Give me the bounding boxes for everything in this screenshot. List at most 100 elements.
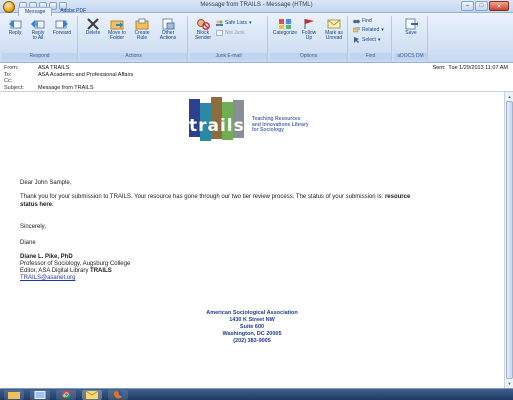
group-junk-email: Block Sender Safe Lists ▾ Not Junk Junk … (190, 16, 268, 61)
safe-lists-icon (216, 20, 223, 26)
select-button[interactable]: Select ▾ (353, 37, 380, 43)
submission-status: resource (384, 194, 411, 200)
block-sender-icon (197, 19, 210, 30)
ribbon: Message Adobe PDF Reply Reply to All For… (0, 7, 513, 63)
flag-icon (304, 19, 314, 29)
header-subject-row: Subject: Message from TRAILS (4, 85, 94, 91)
move-to-folder-button[interactable]: Move to Folder (106, 18, 128, 41)
create-rule-button[interactable]: Create Rule (131, 18, 153, 41)
group-actions: Delete Move to Folder Create Rule Other … (80, 16, 188, 61)
select-cursor-icon (354, 37, 359, 43)
trails-logo: trails Teaching Resources and Innovation… (189, 97, 329, 151)
chevron-down-icon: ▾ (377, 37, 381, 43)
from-value[interactable]: ASA TRAILS (38, 65, 69, 71)
reply-all-icon (31, 20, 45, 29)
folder-icon (8, 391, 20, 399)
signature-editor: Editor, ASA Digital Library TRAILS (20, 268, 112, 274)
chevron-down-icon: ▾ (381, 27, 384, 33)
rule-icon (135, 18, 149, 30)
taskbar-explorer[interactable] (4, 389, 24, 400)
reply-button[interactable]: Reply (4, 18, 26, 36)
address-org: American Sociological Association (206, 310, 298, 316)
logo-wordmark: trails (189, 116, 245, 136)
reply-all-button[interactable]: Reply to All (27, 18, 49, 41)
sign-off: Sincerely, (20, 224, 46, 230)
header-from-row: From: ASA TRAILS (4, 65, 69, 71)
from-label: From: (4, 65, 19, 71)
tab-adobe-pdf[interactable]: Adobe PDF (54, 7, 92, 16)
tab-message[interactable]: Message (18, 7, 53, 16)
reply-icon (9, 20, 22, 29)
save-dm-button[interactable]: Save (400, 18, 422, 36)
mark-as-unread-button[interactable]: Mark as Unread (321, 18, 347, 41)
taskbar-firefox[interactable] (108, 389, 128, 400)
save-document-icon (405, 18, 418, 30)
message-header: From: ASA TRAILS To: ASA Academic and Pr… (0, 63, 513, 92)
header-to-row: To: ASA Academic and Professional Affair… (4, 72, 133, 78)
related-icon (353, 27, 360, 33)
to-label: To: (4, 71, 12, 78)
safe-lists-button[interactable]: Safe Lists ▾ (216, 20, 251, 26)
scroll-down-icon[interactable]: ▼ (506, 380, 513, 387)
binoculars-icon (353, 19, 360, 24)
signature-title: Professor of Sociology, Augsburg College (20, 261, 131, 267)
delete-button[interactable]: Delete (82, 18, 104, 36)
window-controls: – □ ✕ (461, 1, 509, 11)
ribbon-tabs: Message Adobe PDF (18, 7, 92, 16)
group-label-junk-email: Junk E-mail (190, 53, 267, 60)
envelope-icon (327, 19, 341, 29)
signature-first-name: Diane (20, 240, 36, 246)
address-city: Washington, DC 20005 (222, 331, 282, 337)
taskbar-outlook[interactable] (82, 389, 102, 400)
message-content: trails Teaching Resources and Innovation… (0, 92, 504, 388)
chevron-down-icon: ▾ (248, 20, 252, 26)
close-button[interactable]: ✕ (489, 1, 509, 11)
envelope-icon (86, 390, 98, 399)
sent-date: Sent: Tue 1/29/2013 11:07 AM (432, 65, 508, 71)
other-actions-icon (162, 18, 175, 30)
subject-label: Subject: (4, 84, 24, 91)
folder-move-icon (110, 20, 124, 30)
logo-tagline: Teaching Resources and Innovations Libra… (252, 116, 309, 133)
email-link[interactable]: TRAILS@asanet.org (20, 275, 75, 281)
forward-button[interactable]: Forward (51, 18, 73, 36)
taskbar-chrome[interactable] (56, 389, 76, 400)
categorize-button[interactable]: Categorize (272, 18, 298, 36)
scroll-up-icon[interactable]: ▲ (506, 93, 513, 100)
firefox-icon (113, 390, 123, 399)
window-icon (34, 390, 46, 399)
group-label-respond: Respond (2, 53, 77, 60)
body-line-2: status here. (20, 202, 54, 208)
taskbar-window[interactable] (30, 389, 50, 400)
group-adocs-dm: Save aDOCS DM (394, 16, 428, 61)
greeting: Dear John Sample, (20, 180, 72, 186)
signature-name: Diane L. Pike, PhD (20, 254, 73, 260)
group-options: Categorize Follow Up Mark as Unread Opti… (270, 16, 348, 61)
group-label-adocs-dm: aDOCS DM (394, 53, 427, 60)
not-junk-button[interactable]: Not Junk (216, 30, 245, 36)
block-sender-button[interactable]: Block Sender (192, 18, 214, 41)
cc-label: Cc: (4, 78, 13, 84)
forward-icon (55, 20, 68, 29)
message-body: trails Teaching Resources and Innovation… (0, 92, 513, 388)
delete-icon (87, 18, 99, 30)
header-cc-row: Cc: (4, 78, 38, 84)
find-button[interactable]: Find (353, 18, 372, 24)
maximize-button[interactable]: □ (475, 1, 488, 11)
follow-up-button[interactable]: Follow Up (298, 18, 320, 41)
other-actions-button[interactable]: Other Actions (157, 18, 179, 41)
address-phone: (202) 383-9005 (233, 338, 271, 344)
group-label-actions: Actions (80, 53, 187, 60)
scrollbar-thumb[interactable] (506, 101, 513, 379)
taskbar (0, 388, 513, 400)
group-label-options: Options (270, 53, 347, 60)
address-street: 1430 K Street NW (229, 317, 275, 323)
address-suite: Suite 600 (239, 324, 265, 330)
body-line-1: Thank you for your submission to TRAILS.… (20, 194, 411, 200)
minimize-button[interactable]: – (461, 1, 474, 11)
to-value[interactable]: ASA Academic and Professional Affairs (38, 72, 133, 78)
group-respond: Reply Reply to All Forward Respond (2, 16, 78, 61)
subject-value: Message from TRAILS (38, 84, 94, 91)
vertical-scrollbar[interactable]: ▲ ▼ (504, 92, 513, 388)
related-button[interactable]: Related ▾ (353, 27, 384, 33)
